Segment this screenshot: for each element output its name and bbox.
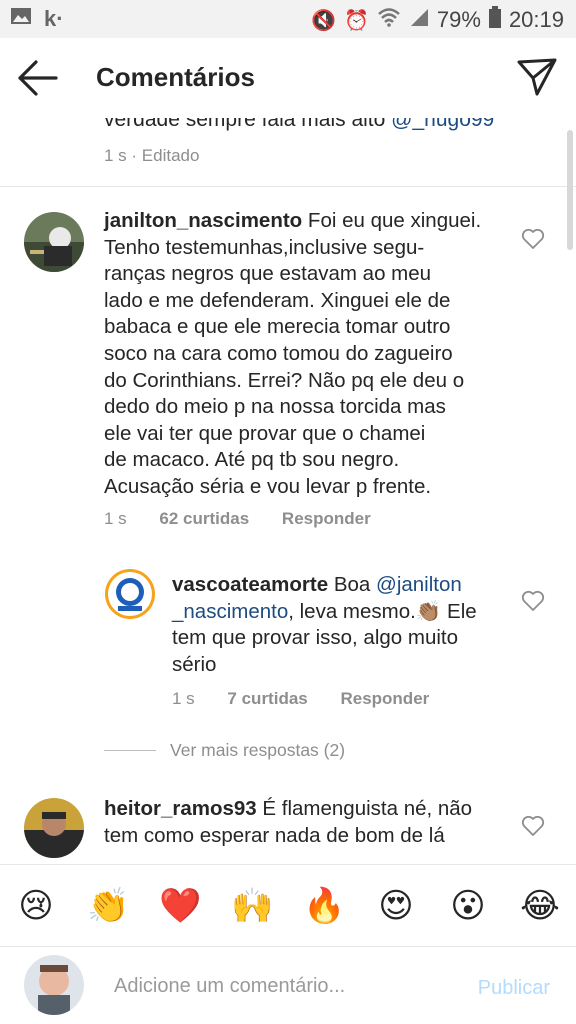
comment-input[interactable]: Adicione um comentário... <box>114 975 345 998</box>
comment-text: janilton_nascimento Foi eu que xinguei. … <box>104 209 482 498</box>
avatar[interactable] <box>104 568 156 620</box>
clock: 20:19 <box>508 7 564 32</box>
comment-username[interactable]: heitor_ramos93 <box>104 797 257 820</box>
comment-meta: 1 s 62 curtidas Responder <box>104 509 399 529</box>
mention-link[interactable]: @janilton <box>376 573 462 596</box>
back-arrow-icon[interactable] <box>16 58 60 98</box>
clapping-hands-emoji[interactable]: 👏 <box>87 885 129 927</box>
mention-link[interactable]: _nascimento <box>172 600 288 623</box>
comment-username[interactable]: vascoateamorte <box>172 573 328 596</box>
likes-count[interactable]: 62 curtidas <box>159 509 249 528</box>
page-title: Comentários <box>96 62 255 92</box>
avatar[interactable] <box>24 212 84 272</box>
comment-time: 1 s <box>104 509 127 528</box>
alarm-icon: ⏰ <box>343 9 369 32</box>
fire-emoji[interactable]: 🔥 <box>303 885 345 927</box>
gallery-notification-icon <box>10 6 32 32</box>
heart-eyes-emoji[interactable]: 😍 <box>375 885 417 927</box>
surprised-face-emoji[interactable]: 😮 <box>447 885 489 927</box>
like-heart-icon[interactable] <box>521 590 545 612</box>
previous-comment-meta: 1 s · Editado <box>104 146 200 165</box>
comment-input-bar: Adicione um comentário... Publicar <box>0 946 576 1024</box>
divider <box>104 750 156 751</box>
battery-icon <box>488 6 501 34</box>
signal-icon <box>409 7 429 33</box>
like-heart-icon[interactable] <box>521 228 545 250</box>
direct-send-icon[interactable] <box>516 56 558 98</box>
header: Comentários <box>0 38 576 118</box>
app-k-notification-icon: k· <box>44 6 64 31</box>
comment-text: heitor_ramos93 É flamenguista né, não te… <box>104 797 473 847</box>
divider <box>0 186 576 187</box>
reply-button[interactable]: Responder <box>340 689 429 708</box>
avatar <box>24 955 84 1015</box>
mention-link[interactable]: @_hugo99 <box>391 118 494 131</box>
red-heart-emoji[interactable]: ❤️ <box>159 885 201 927</box>
mute-icon: 🔇 <box>311 9 336 32</box>
status-bar: k· 🔇 ⏰ 79% 20:19 <box>0 0 576 38</box>
view-more-replies[interactable]: Ver mais respostas (2) <box>104 740 345 761</box>
like-heart-icon[interactable] <box>521 815 545 837</box>
crying-face-emoji[interactable]: 😢 <box>15 885 57 927</box>
battery-percent: 79% <box>436 7 481 32</box>
comments-list[interactable]: verdade sempre fala mais alto @_hugo99 1… <box>0 118 576 864</box>
reply-button[interactable]: Responder <box>282 509 371 528</box>
reply-meta: 1 s 7 curtidas Responder <box>172 689 457 709</box>
publish-button[interactable]: Publicar <box>478 977 550 1000</box>
avatar[interactable] <box>24 798 84 858</box>
emoji-quick-bar: 😢 👏 ❤️ 🙌 🔥 😍 😮 😂 <box>0 864 576 946</box>
likes-count[interactable]: 7 curtidas <box>227 689 307 708</box>
wifi-icon <box>377 7 401 33</box>
scrollbar[interactable] <box>567 130 573 250</box>
previous-comment-text: verdade sempre fala mais alto @_hugo99 <box>104 118 494 132</box>
comment-time: 1 s <box>172 689 195 708</box>
comment-username[interactable]: janilton_nascimento <box>104 209 302 232</box>
reply-text: vascoateamorte Boa @janilton _nascimento… <box>172 573 477 676</box>
tears-of-joy-emoji[interactable]: 😂 <box>519 885 561 927</box>
raising-hands-emoji[interactable]: 🙌 <box>231 885 273 927</box>
